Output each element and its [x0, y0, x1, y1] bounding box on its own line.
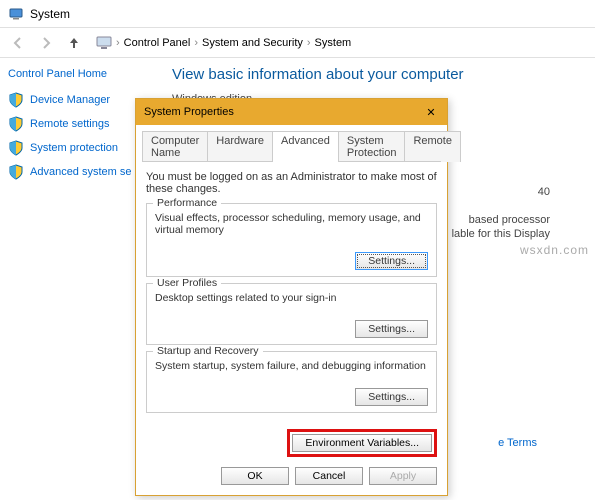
tab-strip: Computer Name Hardware Advanced System P… [136, 125, 447, 162]
back-button[interactable] [6, 31, 30, 55]
group-desc: Desktop settings related to your sign-in [155, 292, 428, 304]
ok-button[interactable]: OK [221, 467, 289, 485]
sidebar-home[interactable]: Control Panel Home [8, 68, 152, 80]
dialog-body: You must be logged on as an Administrato… [136, 163, 447, 425]
forward-button[interactable] [34, 31, 58, 55]
shield-icon [8, 92, 24, 108]
window-titlebar: System [0, 0, 595, 28]
nav-bar: › Control Panel › System and Security › … [0, 28, 595, 58]
group-title: Performance [153, 197, 221, 209]
startup-recovery-settings-button[interactable]: Settings... [355, 388, 428, 406]
sidebar-item-label: System protection [30, 142, 118, 154]
group-desc: Visual effects, processor scheduling, me… [155, 212, 428, 236]
breadcrumb[interactable]: › Control Panel › System and Security › … [96, 36, 589, 50]
group-startup-recovery: Startup and Recovery System startup, sys… [146, 351, 437, 413]
sidebar-item-label: Device Manager [30, 94, 110, 106]
pc-icon [96, 36, 112, 50]
group-desc: System startup, system failure, and debu… [155, 360, 428, 372]
chevron-right-icon: › [116, 37, 120, 49]
peek-link[interactable]: e Terms [498, 437, 537, 449]
group-title: Startup and Recovery [153, 345, 263, 357]
tab-system-protection[interactable]: System Protection [338, 131, 406, 162]
sidebar-item-remote-settings[interactable]: Remote settings [8, 116, 152, 132]
crumb-system[interactable]: System [315, 37, 352, 49]
close-icon[interactable]: ✕ [423, 106, 439, 119]
up-button[interactable] [62, 31, 86, 55]
crumb-system-security[interactable]: System and Security [202, 37, 303, 49]
apply-button[interactable]: Apply [369, 467, 437, 485]
sidebar-item-system-protection[interactable]: System protection [8, 140, 152, 156]
crumb-control-panel[interactable]: Control Panel [124, 37, 191, 49]
env-row: Environment Variables... [136, 425, 447, 461]
user-profiles-settings-button[interactable]: Settings... [355, 320, 428, 338]
sidebar-item-advanced-system[interactable]: Advanced system se [8, 164, 152, 180]
peek-text: 40 [538, 186, 550, 198]
chevron-right-icon: › [194, 37, 198, 49]
dialog-footer: OK Cancel Apply [136, 461, 447, 495]
performance-settings-button[interactable]: Settings... [355, 252, 428, 270]
sidebar-item-label: Remote settings [30, 118, 109, 130]
group-title: User Profiles [153, 277, 221, 289]
tab-advanced[interactable]: Advanced [272, 131, 339, 162]
chevron-right-icon: › [307, 37, 311, 49]
shield-icon [8, 116, 24, 132]
system-properties-dialog: System Properties ✕ Computer Name Hardwa… [135, 98, 448, 496]
group-performance: Performance Visual effects, processor sc… [146, 203, 437, 277]
peek-text: lable for this Display [452, 228, 550, 240]
group-user-profiles: User Profiles Desktop settings related t… [146, 283, 437, 345]
dialog-titlebar[interactable]: System Properties ✕ [136, 99, 447, 125]
peek-text: based processor [469, 214, 550, 226]
cancel-button[interactable]: Cancel [295, 467, 363, 485]
shield-icon [8, 140, 24, 156]
dialog-intro: You must be logged on as an Administrato… [146, 171, 437, 195]
watermark: wsxdn.com [520, 243, 589, 257]
shield-icon [8, 164, 24, 180]
page-title: View basic information about your comput… [172, 66, 583, 83]
system-icon [8, 6, 24, 22]
highlight-box: Environment Variables... [287, 429, 437, 457]
environment-variables-button[interactable]: Environment Variables... [292, 434, 432, 452]
tab-computer-name[interactable]: Computer Name [142, 131, 208, 162]
dialog-title: System Properties [144, 106, 234, 118]
tab-remote[interactable]: Remote [404, 131, 461, 162]
tab-hardware[interactable]: Hardware [207, 131, 273, 162]
sidebar-item-device-manager[interactable]: Device Manager [8, 92, 152, 108]
sidebar-item-label: Advanced system se [30, 166, 132, 178]
window-title: System [30, 7, 70, 21]
